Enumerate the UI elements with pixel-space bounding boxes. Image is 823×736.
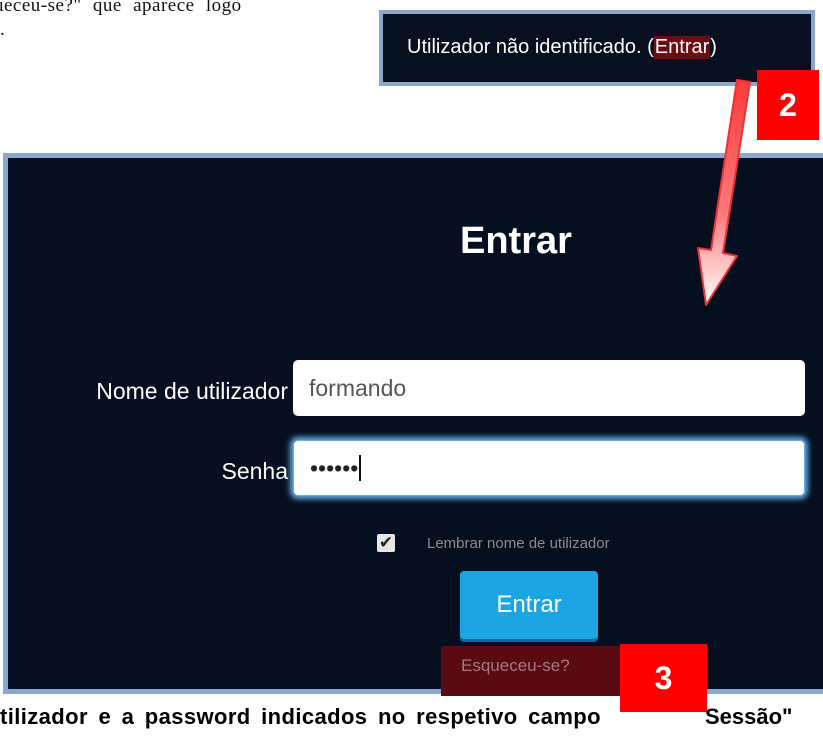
remember-username-row[interactable]: ✔ Lembrar nome de utilizador bbox=[377, 534, 610, 552]
password-value: •••••• bbox=[310, 454, 359, 481]
check-icon: ✔ bbox=[378, 533, 394, 552]
document-text-top: ueceu-se?" que aparece logo . bbox=[0, 0, 340, 40]
remember-checkbox[interactable]: ✔ bbox=[377, 534, 395, 552]
username-label: Nome de utilizador bbox=[96, 378, 288, 404]
step-badge-2: 2 bbox=[757, 70, 819, 140]
document-text-line: tilizador e a password indicados no resp… bbox=[0, 704, 601, 729]
password-label: Senha bbox=[221, 458, 288, 484]
document-text-bottom: tilizador e a password indicados no resp… bbox=[0, 694, 823, 736]
forgot-password-link[interactable]: Esqueceu-se? bbox=[441, 646, 634, 696]
login-title: Entrar bbox=[460, 220, 572, 262]
login-panel: Entrar Nome de utilizador formando Senha… bbox=[3, 153, 823, 696]
username-field[interactable]: formando bbox=[293, 360, 805, 416]
text-cursor bbox=[359, 455, 362, 481]
login-submit-button[interactable]: Entrar bbox=[460, 571, 598, 639]
document-text-line: . bbox=[0, 19, 5, 40]
login-status: Utilizador não identificado. (Entrar) bbox=[407, 36, 717, 59]
password-field[interactable]: •••••• bbox=[293, 440, 805, 496]
document-text-line: Sessão" bbox=[705, 704, 793, 729]
username-value: formando bbox=[309, 374, 407, 401]
status-prefix: Utilizador não identificado. ( bbox=[407, 36, 654, 58]
status-suffix: ) bbox=[710, 36, 717, 58]
login-link[interactable]: Entrar bbox=[653, 36, 711, 59]
remember-label: Lembrar nome de utilizador bbox=[427, 534, 610, 552]
header-screenshot: Utilizador não identificado. (Entrar) bbox=[379, 10, 815, 86]
document-text-line: ueceu-se?" que aparece logo bbox=[0, 0, 242, 16]
document-page: ueceu-se?" que aparece logo . Utilizador… bbox=[0, 0, 823, 736]
